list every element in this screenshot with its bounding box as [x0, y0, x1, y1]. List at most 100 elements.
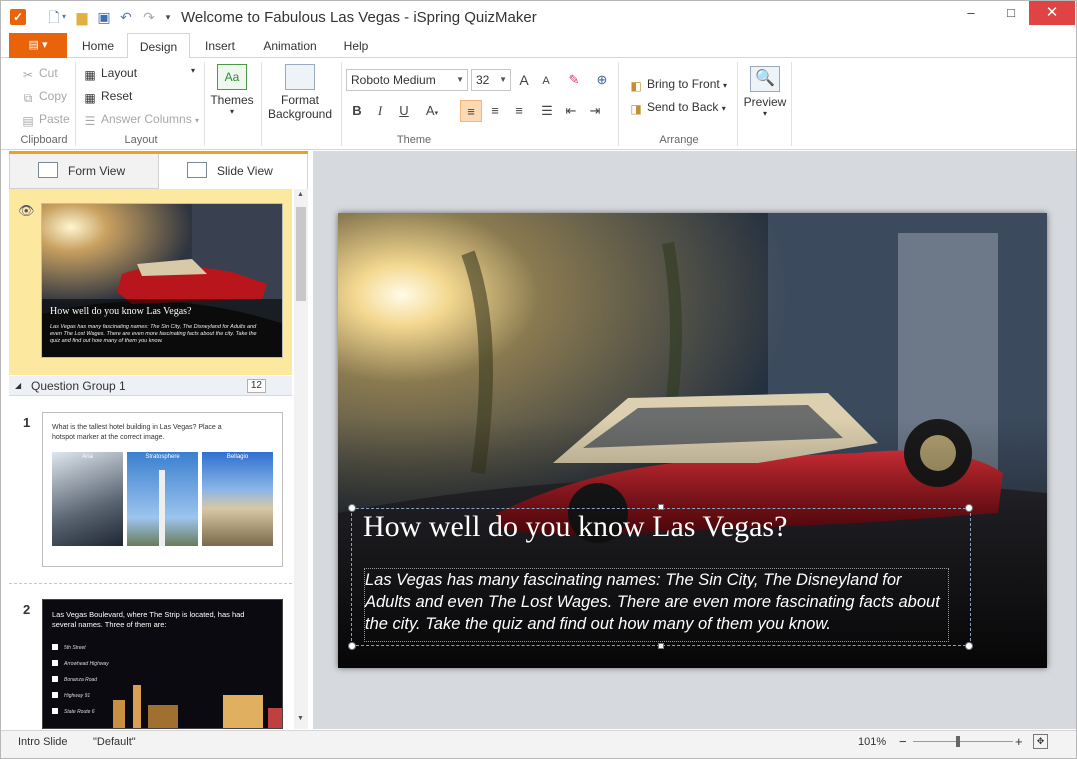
resize-handle[interactable] — [965, 504, 973, 512]
clear-format-icon[interactable]: ✎ — [563, 69, 585, 91]
bullet-list-icon[interactable]: ☰ — [536, 100, 558, 122]
fit-to-window-icon[interactable]: ✥ — [1033, 734, 1048, 749]
redo-icon[interactable]: ↷ — [140, 8, 158, 26]
send-to-back-label: Send to Back — [647, 100, 719, 114]
font-size-value: 32 — [476, 73, 490, 87]
copy-button[interactable]: ⧉ Copy — [21, 89, 67, 105]
answer-columns-button[interactable]: ☰ Answer Columns ▾ — [83, 112, 199, 128]
layout-button[interactable]: ▦ Layout ▾ — [83, 66, 195, 82]
themes-icon: Aa — [217, 64, 247, 90]
divider — [75, 62, 76, 146]
scroll-down-icon[interactable]: ▼ — [297, 715, 304, 722]
zoom-slider-thumb[interactable] — [956, 736, 960, 747]
save-icon[interactable]: ▣ — [95, 8, 113, 26]
tab-slide-view[interactable]: Slide View — [159, 154, 308, 189]
preview-label: Preview — [743, 95, 787, 109]
intro-slide-item[interactable]: 👁 How well do you know Las Vegas? Las Ve… — [9, 189, 292, 375]
shrink-font-icon: A — [542, 75, 550, 87]
scrollbar-thumb[interactable] — [296, 207, 306, 301]
undo-icon[interactable]: ↶ — [117, 8, 135, 26]
increase-indent-icon[interactable]: ⇥ — [584, 100, 606, 122]
question-group-name: Question Group 1 — [31, 379, 126, 393]
layout-icon: ▦ — [84, 68, 96, 82]
collapse-icon[interactable]: ◢ — [15, 376, 21, 396]
copy-label: Copy — [39, 89, 68, 103]
scroll-up-icon[interactable]: ▲ — [297, 191, 304, 198]
tab-design[interactable]: Design — [127, 33, 190, 59]
font-color-button[interactable]: A▾ — [421, 100, 443, 122]
resize-handle[interactable] — [658, 643, 664, 649]
zoom-slider[interactable] — [913, 741, 1013, 742]
tab-home[interactable]: Home — [75, 33, 121, 58]
intro-slide[interactable]: How well do you know Las Vegas? Las Vega… — [338, 213, 1047, 668]
tab-help[interactable]: Help — [335, 33, 377, 58]
resize-handle[interactable] — [348, 642, 356, 650]
resize-handle[interactable] — [348, 504, 356, 512]
paste-label: Paste — [39, 112, 70, 126]
paste-button[interactable]: ▤ Paste — [21, 112, 70, 128]
file-menu-button[interactable]: ▤ ▾ — [9, 33, 67, 58]
shrink-font-button[interactable]: A — [535, 70, 557, 92]
grow-font-button[interactable]: A — [513, 69, 535, 91]
format-background-button[interactable]: Format Background — [265, 64, 335, 121]
form-view-label: Form View — [68, 164, 126, 178]
underline-button[interactable]: U — [393, 100, 415, 122]
bold-button[interactable]: B — [346, 100, 368, 122]
slide-1-thumbnail[interactable]: What is the tallest hotel building in La… — [42, 412, 283, 567]
chevron-down-icon: ▾ — [191, 66, 196, 75]
minimize-button[interactable]: – — [956, 1, 986, 25]
align-center-icon[interactable]: ≡ — [484, 100, 506, 122]
cut-button[interactable]: ✂ Cut — [21, 66, 58, 82]
send-to-back-button[interactable]: ◨ Send to Back ▾ — [629, 100, 725, 116]
maximize-button[interactable]: □ — [996, 1, 1026, 25]
italic-button[interactable]: I — [369, 100, 391, 122]
slide-view-label: Slide View — [217, 164, 273, 178]
list-icon — [38, 162, 58, 178]
ribbon: ✂ Cut ⧉ Copy ▤ Paste Clipboard ▦ Layout ▾ ▦ Re… — [1, 58, 1076, 150]
font-name-select[interactable]: Roboto Medium ▼ — [346, 69, 468, 91]
divider — [261, 62, 262, 146]
tab-form-view[interactable]: Form View — [9, 154, 159, 189]
reset-button[interactable]: ▦ Reset — [83, 89, 132, 105]
tab-insert[interactable]: Insert — [195, 33, 245, 58]
slide-2-question: Las Vegas Boulevard, where The Strip is … — [52, 610, 245, 629]
window-title: Welcome to Fabulous Las Vegas - iSpring … — [181, 9, 537, 26]
arrange-group-label: Arrange — [659, 134, 699, 146]
hyperlink-icon[interactable]: ⊕ — [591, 69, 613, 91]
checkbox-icon — [52, 708, 58, 714]
question-group-header[interactable]: ◢ Question Group 1 12 — [9, 376, 292, 396]
font-color-icon: A — [425, 103, 435, 118]
status-slide-name: Intro Slide — [18, 736, 68, 748]
format-background-label-1: Format — [280, 93, 319, 107]
slide-2-thumbnail[interactable]: Las Vegas Boulevard, where The Strip is … — [42, 599, 283, 729]
customize-toolbar-icon[interactable]: ▾ — [159, 8, 177, 26]
preview-button[interactable]: 🔍 Preview ▾ — [743, 66, 787, 118]
resize-handle[interactable] — [965, 642, 973, 650]
columns-icon: ☰ — [84, 114, 96, 128]
slide-body-text[interactable]: Las Vegas has many fascinating names: Th… — [364, 568, 949, 642]
decrease-indent-icon[interactable]: ⇤ — [560, 100, 582, 122]
tab-animation[interactable]: Animation — [253, 33, 327, 58]
zoom-in-button[interactable]: + — [1015, 731, 1023, 753]
themes-button[interactable]: Aa Themes ▾ — [209, 64, 255, 116]
slides-scrollbar[interactable]: ▲ ▼ — [294, 189, 308, 729]
slide-title[interactable]: How well do you know Las Vegas? — [363, 510, 787, 544]
open-folder-icon[interactable]: ▆ — [73, 8, 91, 26]
chevron-down-icon[interactable]: ▾ — [59, 8, 69, 26]
bellagio-image: Bellagio — [202, 452, 273, 546]
checkmark-logo-icon[interactable]: ✓ — [10, 9, 26, 25]
slide-separator — [9, 583, 292, 584]
eye-icon[interactable]: 👁 — [18, 203, 35, 219]
slide-icon — [187, 162, 207, 178]
intro-slide-body: Las Vegas has many fascinating names: Th… — [50, 324, 257, 344]
align-right-icon[interactable]: ≡ — [508, 100, 530, 122]
font-size-select[interactable]: 32 ▼ — [471, 69, 511, 91]
chevron-down-icon: ▾ — [195, 116, 200, 125]
align-left-icon[interactable]: ≡ — [460, 100, 482, 122]
zoom-out-button[interactable]: − — [899, 731, 907, 753]
slide-number: 2 — [23, 602, 31, 617]
bring-to-front-button[interactable]: ◧ Bring to Front ▾ — [629, 77, 727, 93]
option-row: State Route 6 — [52, 704, 109, 720]
intro-slide-title: How well do you know Las Vegas? — [50, 306, 192, 317]
close-button[interactable]: ✕ — [1029, 1, 1075, 25]
